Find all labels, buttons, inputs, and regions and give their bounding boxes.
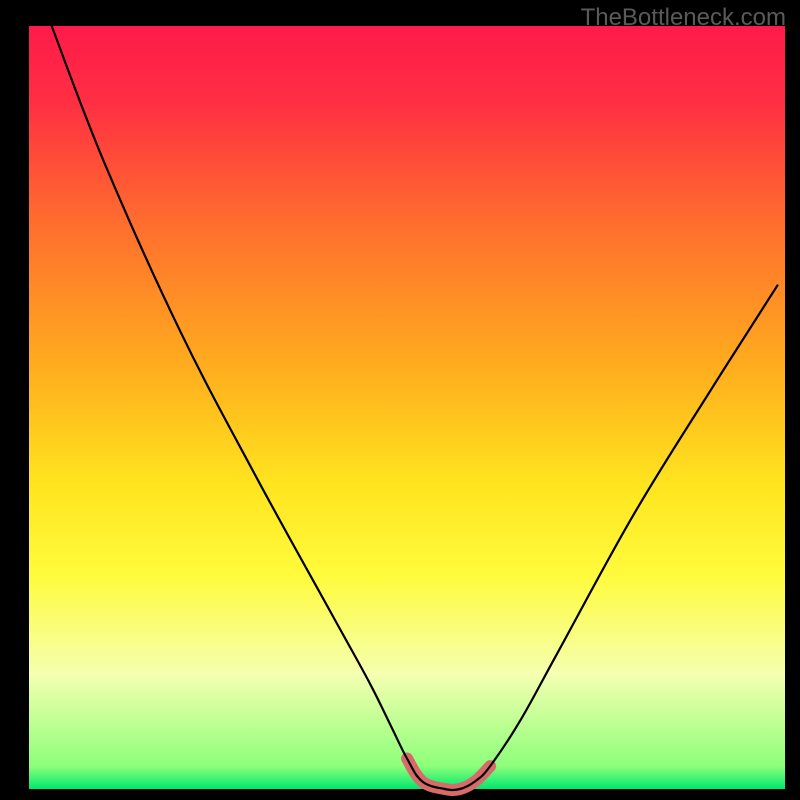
watermark-label: TheBottleneck.com [581,4,786,32]
chart-container: TheBottleneck.com [0,0,800,800]
curve-layer [0,0,800,800]
bottleneck-curve [52,26,778,790]
highlight-segment [407,758,490,790]
